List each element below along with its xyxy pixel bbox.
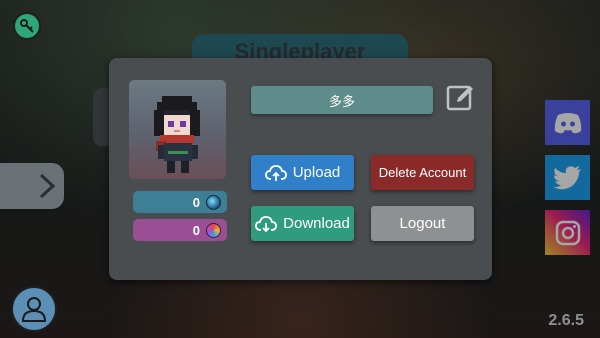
currency-1-value: 0: [192, 194, 200, 210]
cloud-download-icon: [255, 215, 278, 233]
twitter-button[interactable]: [545, 155, 590, 200]
edit-username-button[interactable]: [445, 82, 477, 114]
logout-button[interactable]: Logout: [371, 206, 474, 241]
account-panel: 0 0 多多 Upload Delete Account Download Lo…: [109, 58, 492, 280]
discord-button[interactable]: [545, 100, 590, 145]
key-settings-button[interactable]: [13, 12, 41, 40]
upload-button[interactable]: Upload: [251, 155, 354, 190]
currency-2-display: 0: [133, 219, 227, 241]
version-label: 2.6.5: [548, 312, 584, 329]
blue-gem-icon: [206, 194, 221, 210]
next-arrow-button[interactable]: [0, 163, 64, 209]
download-label: Download: [283, 215, 350, 232]
edit-icon: [446, 85, 473, 111]
twitter-shade: [545, 155, 590, 200]
rainbow-gem-icon: [206, 222, 221, 238]
key-settings-icon: [20, 19, 34, 33]
character-portrait: [129, 80, 226, 179]
cloud-upload-icon: [264, 164, 287, 182]
discord-shade: [545, 100, 590, 145]
delete-account-label: Delete Account: [378, 165, 467, 180]
delete-account-button[interactable]: Delete Account: [371, 155, 474, 190]
instagram-shade: [545, 210, 590, 255]
user-icon: [21, 297, 47, 322]
chevron-right-icon: [39, 173, 56, 199]
pixel-character-image: [154, 96, 200, 173]
username-text: 多多: [328, 93, 355, 109]
logout-label: Logout: [399, 215, 446, 232]
username-field[interactable]: 多多: [251, 86, 433, 114]
instagram-button[interactable]: [545, 210, 590, 255]
currency-2-value: 0: [192, 222, 200, 238]
download-button[interactable]: Download: [251, 206, 354, 241]
upload-label: Upload: [292, 164, 341, 181]
profile-avatar-button[interactable]: [11, 286, 57, 332]
currency-1-display: 0: [133, 191, 227, 213]
